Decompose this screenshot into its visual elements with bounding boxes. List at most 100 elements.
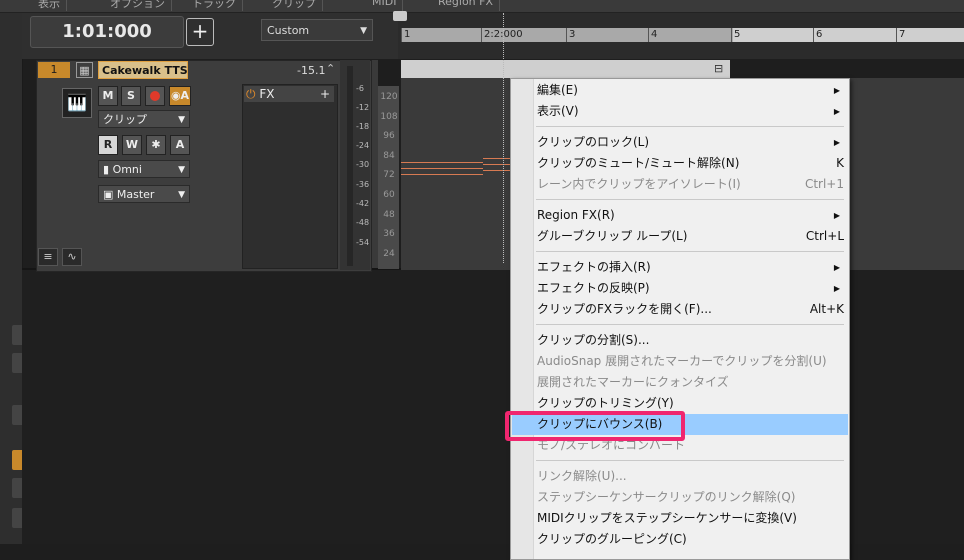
midi-note[interactable] [483, 170, 511, 171]
rail-handle[interactable] [12, 405, 22, 425]
menu-item[interactable]: クリップのミュート/ミュート解除(N) K [512, 153, 848, 174]
midi-note[interactable] [401, 162, 483, 163]
time-display[interactable]: 1:01:000 [30, 16, 184, 48]
keyboard-icon[interactable]: ▦ [76, 62, 93, 78]
menu-item: AudioSnap 展開されたマーカーでクリップを分割(U) [512, 351, 848, 372]
track-number[interactable]: 1 [38, 62, 70, 78]
menu-tab[interactable]: Region FX [432, 0, 501, 11]
ruler-mark: 7 [896, 28, 905, 42]
piano-icon[interactable]: 🎹 [62, 88, 92, 118]
menu-item-shortcut: Ctrl+L [805, 229, 844, 243]
ruler-mark: 6 [813, 28, 822, 42]
velocity-label: 72 [383, 170, 395, 180]
mute-button[interactable]: M [98, 86, 118, 106]
menu-tab[interactable]: 表示 [32, 0, 67, 11]
clip-view-select[interactable]: クリップ ▼ [98, 110, 190, 128]
left-rail [0, 13, 23, 544]
track-volume[interactable]: -15.1 [297, 64, 325, 77]
menu-tab[interactable]: オプション [104, 0, 172, 11]
chevron-down-icon: ▼ [178, 115, 185, 125]
menu-separator [536, 126, 844, 127]
menu-item[interactable]: クリップのFXラックを開く(F)... Alt+K [512, 299, 848, 320]
menu-item-label: クリップのグルーピング(C) [537, 532, 687, 546]
chevron-down-icon: ▼ [178, 165, 185, 175]
menu-item[interactable]: クリップのロック(L) ▶ [512, 132, 848, 153]
velocity-label: 48 [383, 210, 395, 220]
menu-item[interactable]: エフェクトの挿入(R) ▶ [512, 257, 848, 278]
rail-handle[interactable] [12, 353, 22, 373]
menu-item[interactable]: 表示(V) ▶ [512, 101, 848, 122]
output-select[interactable]: ▣ Master ▼ [98, 185, 190, 203]
submenu-arrow-icon: ▶ [833, 86, 840, 95]
menu-tab[interactable]: MIDI [366, 0, 404, 11]
ruler-mark: 5 [731, 28, 740, 42]
fx-header[interactable]: ⏻ FX + [244, 86, 334, 102]
midi-note[interactable] [401, 168, 483, 169]
collapse-icon[interactable]: ⌃ [326, 62, 335, 75]
menu-item[interactable]: クリップの分割(S)... [512, 330, 848, 351]
input-echo-button[interactable]: ◉A [169, 86, 191, 106]
meter-scale-label: -30 [356, 160, 370, 169]
clip-menu-icon[interactable]: ⊟ [714, 62, 723, 75]
menu-item-shortcut: K [836, 156, 844, 170]
menu-tab[interactable]: クリップ [266, 0, 323, 11]
record-icon [150, 91, 160, 101]
rail-handle[interactable] [12, 508, 22, 528]
menu-tab[interactable]: トラック [186, 0, 243, 11]
midi-note[interactable] [483, 158, 511, 159]
meter-scale-label: -24 [356, 141, 370, 150]
clip-context-menu: 編集(E) ▶ 表示(V) ▶ クリップのロック(L) ▶ クリップのミュート/ミュート解除… [510, 78, 850, 560]
input-icon: ▮ [103, 163, 113, 176]
menu-item: リンク解除(U)... [512, 466, 848, 487]
rail-handle[interactable] [12, 325, 22, 345]
menu-item[interactable]: グルーブクリップ ループ(L) Ctrl+L [512, 226, 848, 247]
read-automation-button[interactable]: R [98, 135, 118, 155]
menu-item-label: ステップシーケンサークリップのリンク解除(Q) [537, 490, 796, 504]
menu-item-label: エフェクトの反映(P) [537, 281, 650, 295]
input-select[interactable]: ▮ Omni ▼ [98, 160, 190, 178]
star-button[interactable]: ✱ [146, 135, 166, 155]
power-icon[interactable]: ⏻ [246, 87, 256, 101]
menu-item[interactable]: 編集(E) ▶ [512, 80, 848, 101]
ruler-mark: 4 [648, 28, 657, 42]
menu-item-label: 展開されたマーカーにクォンタイズ [537, 375, 729, 389]
menu-item-label: エフェクトの挿入(R) [537, 260, 651, 274]
write-automation-button[interactable]: W [122, 135, 142, 155]
menu-item-label: AudioSnap 展開されたマーカーでクリップを分割(U) [537, 354, 827, 368]
preset-select[interactable]: Custom ▼ [261, 19, 373, 41]
solo-button[interactable]: S [121, 86, 141, 106]
add-track-button[interactable]: + [186, 18, 214, 46]
track-view-icon[interactable]: ≡ [38, 248, 58, 266]
velocity-label: 120 [380, 92, 398, 102]
output-value: Master [116, 188, 155, 201]
now-time-marker[interactable] [393, 11, 407, 21]
automation-button[interactable]: A [170, 135, 190, 155]
meter-scale-label: -12 [356, 103, 370, 112]
menu-item[interactable]: エフェクトの反映(P) ▶ [512, 278, 848, 299]
velocity-label: 108 [380, 112, 398, 122]
ruler-mark: 2:2:000 [481, 28, 523, 42]
rail-handle[interactable] [12, 478, 22, 498]
record-arm-button[interactable] [145, 86, 165, 106]
menu-item[interactable]: Region FX(R) ▶ [512, 205, 848, 226]
menu-item-shortcut: Alt+K [809, 302, 844, 316]
menu-item[interactable]: クリップのグルーピング(C) [512, 529, 848, 550]
menu-separator [536, 199, 844, 200]
preset-select-value: Custom [267, 24, 310, 37]
output-icon: ▣ [103, 188, 117, 201]
clip-header[interactable] [401, 60, 730, 78]
track-name[interactable]: Cakewalk TTS- [98, 61, 188, 79]
menu-item-label: レーン内でクリップをアイソレート(I) [537, 177, 741, 191]
fx-bin[interactable] [242, 84, 338, 269]
meter-bar [347, 66, 353, 266]
menu-item-label: グルーブクリップ ループ(L) [537, 229, 688, 243]
midi-note[interactable] [483, 164, 511, 165]
midi-note[interactable] [401, 174, 483, 175]
velocity-label: 36 [383, 229, 395, 239]
rail-handle-active[interactable] [12, 450, 22, 470]
automation-lane-icon[interactable]: ∿ [62, 248, 82, 266]
meter-scale-label: -18 [356, 122, 370, 131]
input-value: Omni [112, 163, 142, 176]
add-fx-icon[interactable]: + [320, 86, 330, 102]
menu-item[interactable]: MIDIクリップをステップシーケンサーに変換(V) [512, 508, 848, 529]
